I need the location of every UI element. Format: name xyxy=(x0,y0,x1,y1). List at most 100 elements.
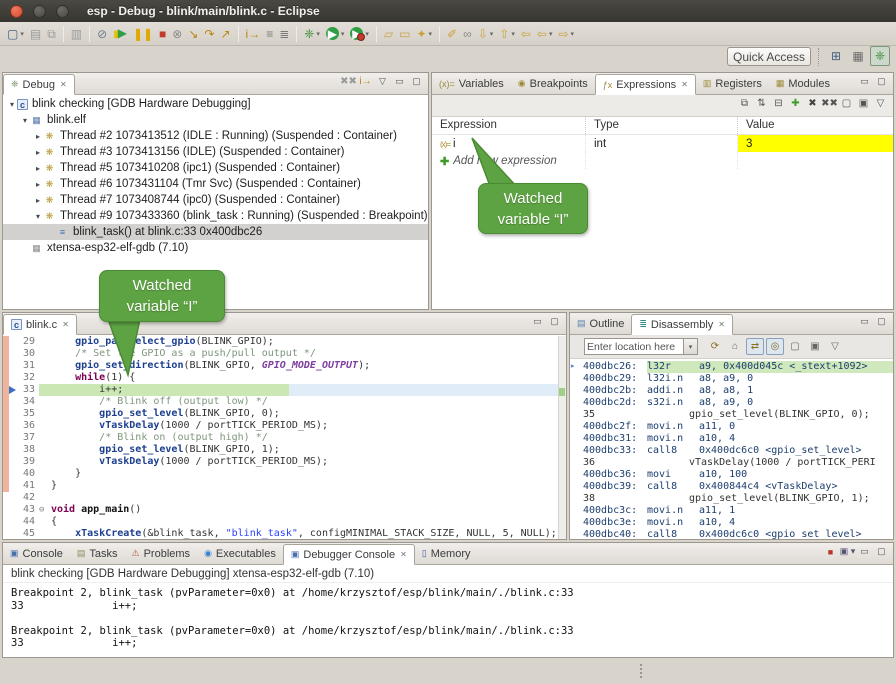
terminate-button[interactable]: ■ xyxy=(156,24,169,44)
external-tools-button[interactable]: ▶▾ xyxy=(347,24,372,44)
expression-row[interactable]: (x)=iint3 xyxy=(432,135,893,152)
pin-view-icon[interactable]: ▣ xyxy=(855,98,872,109)
maximize-icon[interactable]: ▢ xyxy=(546,316,563,327)
code-line[interactable]: 35 gpio_set_level(BLINK_GPIO, 0); xyxy=(3,408,566,420)
tab-variables[interactable]: (x)=Variables xyxy=(432,73,511,94)
tab-console[interactable]: ▣Console xyxy=(3,543,70,564)
debug-tree-item[interactable]: ▾▦blink.elf xyxy=(3,112,428,128)
debug-tree-item[interactable]: ▸❋Thread #5 1073410208 (ipc1) (Suspended… xyxy=(3,160,428,176)
new-view-icon[interactable]: ▢ xyxy=(838,98,855,109)
tab-executables[interactable]: ◉Executables xyxy=(197,543,283,564)
run-button[interactable]: ▶▾ xyxy=(323,24,348,44)
home-icon[interactable]: ⌂ xyxy=(726,338,744,355)
maximize-icon[interactable]: ▢ xyxy=(408,76,425,87)
disassembly-line[interactable]: 400dbc2d:s32i.na8, a9, 0 xyxy=(570,397,893,409)
print-button[interactable]: ▥ xyxy=(68,24,85,44)
debug-tree-item[interactable]: ▾❋Thread #9 1073433360 (blink_task : Run… xyxy=(3,208,428,224)
code-line[interactable]: 32 while(1) { xyxy=(3,372,566,384)
format-button[interactable]: ✐ xyxy=(444,24,460,44)
debug-tree-item[interactable]: ▸❋Thread #6 1073431104 (Tmr Svc) (Suspen… xyxy=(3,176,428,192)
window-minimize-button[interactable] xyxy=(33,5,46,18)
code-line[interactable]: 30 /* Set the GPIO as a push/pull output… xyxy=(3,348,566,360)
close-icon[interactable]: ✕ xyxy=(681,80,688,89)
minimize-icon[interactable]: ▭ xyxy=(856,316,873,327)
step-into-button[interactable]: ↘ xyxy=(185,24,201,44)
track-expression-icon[interactable]: ⇄ xyxy=(746,338,764,355)
debug-button[interactable]: ❈▾ xyxy=(301,24,323,44)
disassembly-source-line[interactable]: 36vTaskDelay(1000 / portTICK_PERI xyxy=(570,457,893,469)
new-button[interactable]: ▢▾ xyxy=(4,24,27,44)
tab-tasks[interactable]: ▤Tasks xyxy=(70,543,125,564)
disassembly-line[interactable]: 400dbc31:movi.na10, 4 xyxy=(570,433,893,445)
search-button[interactable]: ∞ xyxy=(460,24,475,44)
code-line[interactable]: 39 vTaskDelay(1000 / portTICK_PERIOD_MS)… xyxy=(3,456,566,468)
debug-tree-item[interactable]: ▦xtensa-esp32-elf-gdb (7.10) xyxy=(3,240,428,256)
minimize-icon[interactable]: ▭ xyxy=(856,76,873,87)
disassembly-line[interactable]: 400dbc36:movia10, 100 xyxy=(570,469,893,481)
code-line[interactable]: 34 /* Blink off (output low) */ xyxy=(3,396,566,408)
code-line[interactable]: 37 /* Blink on (output high) */ xyxy=(3,432,566,444)
tab-registers[interactable]: ▥Registers xyxy=(696,73,769,94)
window-close-button[interactable] xyxy=(10,5,23,18)
collapse-all-icon[interactable]: ⊟ xyxy=(770,98,787,109)
tree-expander-icon[interactable]: ▾ xyxy=(33,212,43,221)
column-expression[interactable]: Expression xyxy=(432,117,586,134)
instruction-mode-alt-button[interactable]: ≣ xyxy=(276,24,292,44)
debug-tree-item[interactable]: ▸❋Thread #3 1073413156 (IDLE) (Suspended… xyxy=(3,144,428,160)
save-all-button[interactable]: ⧉ xyxy=(44,24,59,44)
tree-expander-icon[interactable]: ▸ xyxy=(33,196,43,205)
code-line[interactable]: 42 xyxy=(3,492,566,504)
disassembly-line[interactable]: 400dbc3c:movi.na11, 1 xyxy=(570,505,893,517)
remove-expression-icon[interactable]: ✖ xyxy=(804,98,821,109)
cpp-perspective-button[interactable]: ▦ xyxy=(848,46,868,66)
tree-expander-icon[interactable]: ▾ xyxy=(7,100,17,109)
resume-button[interactable]: ▶ xyxy=(110,24,130,44)
suspend-button[interactable]: ❚❚ xyxy=(130,24,156,44)
refresh-icon[interactable]: ⟳ xyxy=(706,338,724,355)
code-line[interactable]: 31 gpio_set_direction(BLINK_GPIO, GPIO_M… xyxy=(3,360,566,372)
debug-tree-item[interactable]: ▸❋Thread #2 1073413512 (IDLE : Running) … xyxy=(3,128,428,144)
fold-marker-icon[interactable]: ⊖ xyxy=(39,504,49,516)
sync-selection-icon[interactable]: ◎ xyxy=(766,338,784,355)
quick-access-button[interactable]: Quick Access xyxy=(727,47,811,66)
remove-all-expressions-icon[interactable]: ✖✖ xyxy=(821,98,838,109)
display-selected-console-icon[interactable]: ▣ ▾ xyxy=(839,546,856,557)
disassembly-source-line[interactable]: 35gpio_set_level(BLINK_GPIO, 0); xyxy=(570,409,893,421)
forward-button[interactable]: ⇨▾ xyxy=(555,24,577,44)
minimize-icon[interactable]: ▭ xyxy=(391,76,408,87)
show-type-names-icon[interactable]: ⧉ xyxy=(736,98,753,109)
maximize-icon[interactable]: ▢ xyxy=(873,316,890,327)
show-logical-structure-icon[interactable]: ⇅ xyxy=(753,98,770,109)
back-button[interactable]: ⇦▾ xyxy=(534,24,556,44)
tab-modules[interactable]: ▦Modules xyxy=(769,73,837,94)
tab-blink-c[interactable]: c blink.c ✕ xyxy=(3,314,77,335)
step-return-button[interactable]: ↗ xyxy=(217,24,233,44)
column-value[interactable]: Value xyxy=(738,117,893,134)
previous-annotation-button[interactable]: ⇧▾ xyxy=(496,24,518,44)
vertical-sash[interactable] xyxy=(429,72,431,310)
close-icon[interactable]: ✕ xyxy=(62,320,69,329)
tree-expander-icon[interactable]: ▸ xyxy=(33,180,43,189)
instruction-step-button[interactable]: i→ xyxy=(243,24,264,44)
maximize-icon[interactable]: ▢ xyxy=(873,546,890,557)
debug-perspective-button[interactable]: ❈ xyxy=(870,46,890,66)
tree-expander-icon[interactable]: ▸ xyxy=(33,164,43,173)
tree-expander-icon[interactable]: ▸ xyxy=(33,132,43,141)
debug-tree-item[interactable]: ▸❋Thread #7 1073408744 (ipc0) (Suspended… xyxy=(3,192,428,208)
code-line[interactable]: 36 vTaskDelay(1000 / portTICK_PERIOD_MS)… xyxy=(3,420,566,432)
thread-view-icon[interactable]: i→ xyxy=(357,76,374,87)
add-expression-row[interactable]: ✚Add new expression xyxy=(432,152,893,169)
column-type[interactable]: Type xyxy=(586,117,738,134)
save-button[interactable]: ▤ xyxy=(27,24,44,44)
disassembly-line[interactable]: ➤400dbc26:l32ra9, 0x400d045c <_stext+109… xyxy=(570,361,893,373)
code-line[interactable]: 45 xTaskCreate(&blink_task, "blink_task"… xyxy=(3,528,566,539)
open-perspective-button[interactable]: ⊞ xyxy=(826,46,846,66)
editor-scrollbar[interactable] xyxy=(558,336,566,539)
disassembly-listing[interactable]: ➤400dbc26:l32ra9, 0x400d045c <_stext+109… xyxy=(570,361,893,539)
tab-memory[interactable]: ▯Memory xyxy=(415,543,478,564)
new-view-icon[interactable]: ▢ xyxy=(786,338,804,355)
tab-debugger-console[interactable]: ▣Debugger Console✕ xyxy=(283,544,415,565)
tab-problems[interactable]: ⚠Problems xyxy=(125,543,198,564)
last-edit-location-button[interactable]: ⇦ xyxy=(518,24,534,44)
code-line[interactable]: 33 i++; xyxy=(3,384,566,396)
